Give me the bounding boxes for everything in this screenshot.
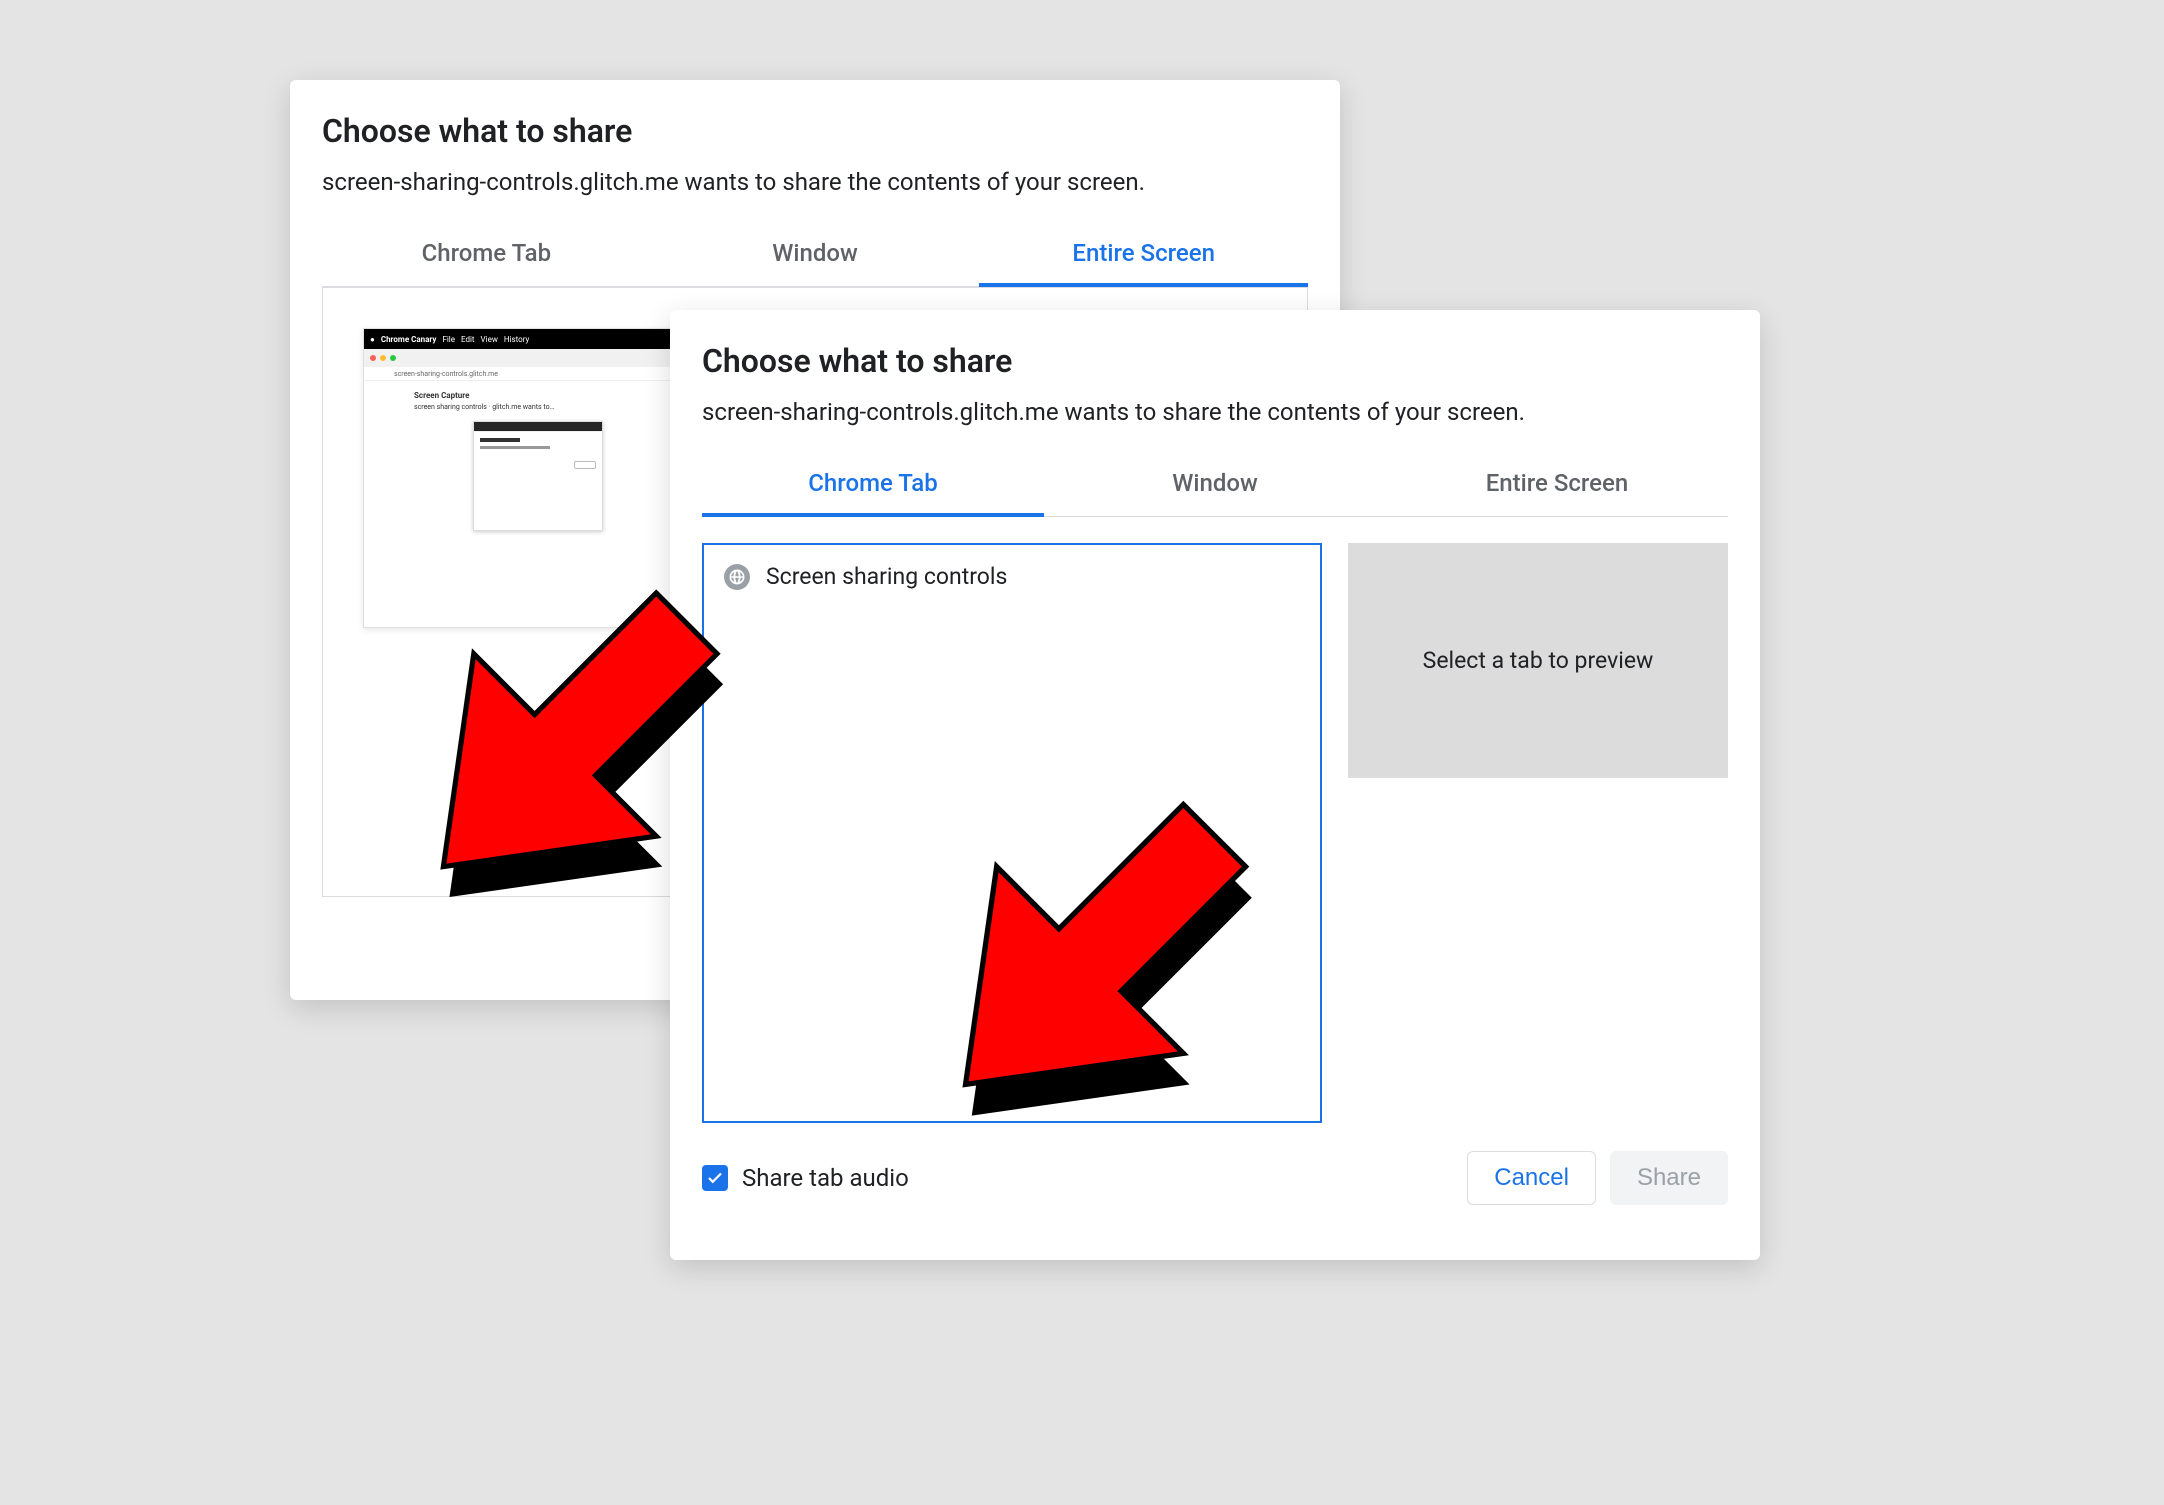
dialog-subtitle: screen-sharing-controls.glitch.me wants … (322, 168, 1308, 196)
share-dialog-chrome-tab: Choose what to share screen-sharing-cont… (670, 310, 1760, 1260)
share-tabs: Chrome Tab Window Entire Screen (702, 454, 1728, 517)
tab-list-item-label: Screen sharing controls (766, 563, 1007, 590)
share-tabs: Chrome Tab Window Entire Screen (322, 224, 1308, 287)
tab-entire-screen[interactable]: Entire Screen (979, 225, 1308, 287)
tab-chrome-tab[interactable]: Chrome Tab (702, 455, 1044, 517)
tab-entire-screen[interactable]: Entire Screen (1386, 455, 1728, 517)
tab-list-item[interactable]: Screen sharing controls (724, 563, 1300, 590)
dialog-subtitle: screen-sharing-controls.glitch.me wants … (702, 398, 1728, 426)
preview-placeholder-text: Select a tab to preview (1423, 647, 1654, 674)
tab-chrome-tab[interactable]: Chrome Tab (322, 225, 651, 287)
tab-window[interactable]: Window (1044, 455, 1386, 517)
globe-icon (724, 564, 750, 590)
screen-thumbnail[interactable]: ●Chrome CanaryFileEditViewHistory screen… (363, 328, 683, 628)
tab-list: Screen sharing controls (702, 543, 1322, 1123)
share-tab-audio-label: Share tab audio (742, 1164, 909, 1192)
share-button[interactable]: Share (1610, 1151, 1728, 1205)
checkbox-checked-icon (702, 1165, 728, 1191)
tab-window[interactable]: Window (651, 225, 980, 287)
dialog-title: Choose what to share (322, 112, 1308, 150)
dialog-title: Choose what to share (702, 342, 1728, 380)
tab-preview-placeholder: Select a tab to preview (1348, 543, 1728, 778)
share-tab-audio[interactable]: Share tab audio (702, 1164, 909, 1192)
cancel-button[interactable]: Cancel (1467, 1151, 1596, 1205)
